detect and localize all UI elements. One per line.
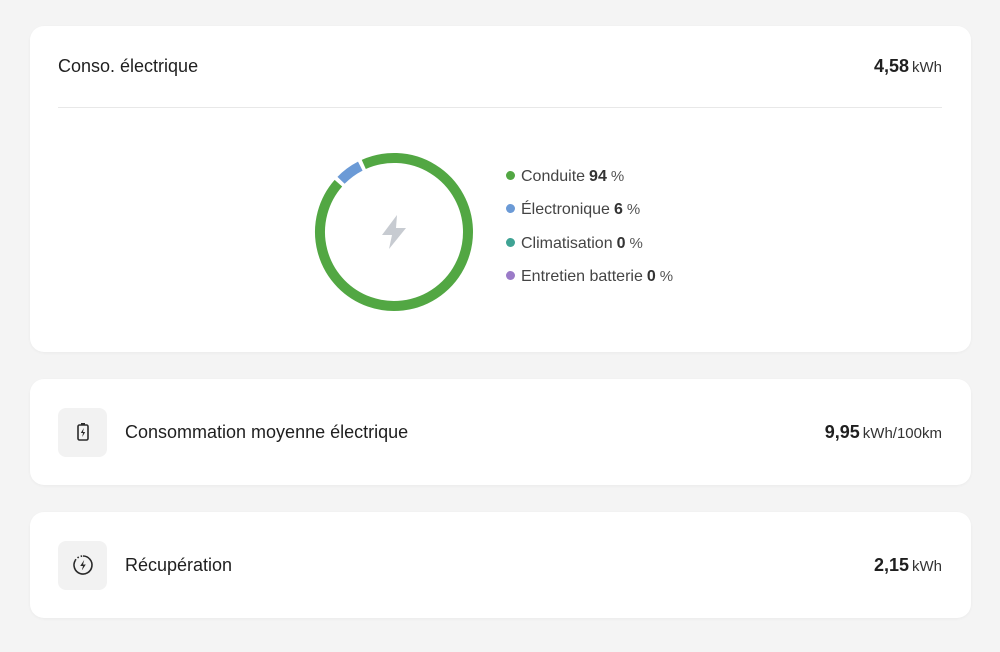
legend-label: Électronique (521, 201, 610, 219)
legend-dot (506, 237, 515, 247)
energy-recovery-icon-svg (72, 555, 93, 575)
battery-charge-icon (58, 407, 107, 457)
energy-recovery-row: Récupération 2,15 kWh (58, 512, 942, 618)
legend-item-electronique: Électronique 6 % (506, 201, 673, 234)
legend-value: 94 (589, 168, 607, 185)
donut-segment-électronique (337, 161, 363, 184)
legend-item-conduite: Conduite 94 % (506, 168, 673, 201)
chart-legend: Conduite 94 % Électronique 6 % Climatisa… (506, 168, 673, 301)
legend-dot (506, 270, 515, 280)
consumption-donut-chart (312, 150, 476, 314)
average-consumption-value: 9,95 (824, 421, 860, 442)
donut-svg (315, 153, 473, 311)
average-consumption-row: Consommation moyenne électrique 9,95 kWh… (58, 379, 942, 485)
legend-unit: % (610, 168, 625, 185)
average-consumption: 9,95 kWh/100km (825, 422, 942, 443)
energy-recovery-icon (58, 540, 107, 590)
legend-label: Conduite (521, 168, 586, 185)
lightning-bolt-icon (382, 215, 406, 249)
total-consumption-value: 4,58 (873, 56, 909, 76)
average-consumption-card[interactable]: Consommation moyenne électrique 9,95 kWh… (30, 379, 971, 485)
legend-value: 0 (646, 267, 656, 285)
battery-charge-icon-svg (76, 423, 89, 441)
legend-label: Climatisation (521, 234, 613, 252)
legend-item-climatisation: Climatisation 0 % (506, 235, 673, 268)
average-consumption-unit: kWh/100km (862, 424, 942, 442)
total-consumption-unit: kWh (912, 59, 942, 76)
energy-recovery-title: Récupération (125, 554, 233, 575)
energy-recovery-card[interactable]: Récupération 2,15 kWh (30, 512, 971, 618)
legend-unit: % (629, 234, 643, 252)
card-title: Conso. électrique (58, 56, 199, 76)
energy-recovery-value: 2,15 (873, 554, 909, 575)
energy-recovery: 2,15 kWh (874, 555, 942, 576)
legend-dot (506, 204, 515, 214)
legend-value: 0 (616, 234, 626, 252)
average-consumption-title: Consommation moyenne électrique (125, 421, 409, 442)
legend-dot (506, 171, 515, 180)
legend-value: 6 (613, 201, 623, 219)
total-consumption: 4,58 kWh (874, 56, 942, 77)
legend-unit: % (626, 201, 641, 219)
energy-recovery-unit: kWh (912, 557, 942, 575)
legend-label: Entretien batterie (521, 267, 643, 285)
card-header: Conso. électrique 4,58 kWh (58, 26, 942, 108)
legend-unit: % (659, 267, 674, 285)
energy-consumption-card: Conso. électrique 4,58 kWh Conduite 94 %… (30, 26, 971, 352)
legend-item-entretien-batterie: Entretien batterie 0 % (506, 268, 673, 301)
